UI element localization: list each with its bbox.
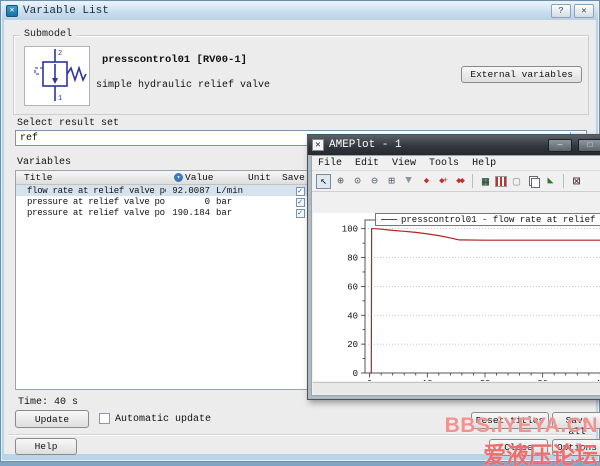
column-header-unit[interactable]: Unit [224, 172, 274, 183]
toolbar-separator [563, 174, 564, 188]
close-button[interactable]: Close [489, 439, 548, 456]
variable-title: pressure at relief valve port 2 [16, 208, 166, 218]
minimize-button[interactable]: — [548, 139, 572, 152]
dual-cursor-icon[interactable]: ◆◆ [452, 174, 467, 189]
column-header-title[interactable]: Title [16, 172, 166, 183]
svg-text:0: 0 [367, 379, 372, 381]
automatic-update-checkbox[interactable] [99, 413, 110, 424]
variable-value[interactable]: 190.184 [166, 208, 210, 218]
variable-unit: bar [210, 197, 266, 207]
variable-unit: L/min [210, 186, 266, 196]
bottom-separator [8, 434, 592, 436]
valve-port-1-label: 1 [58, 95, 62, 103]
options-button[interactable]: Options [552, 439, 600, 456]
maximize-button[interactable]: □ [578, 139, 600, 152]
reset-titles-button[interactable]: Reset titles [471, 412, 549, 429]
ameplot-window: ✕ AMEPlot - 1 — □ File Edit View Tools Help … [307, 134, 600, 400]
variable-value[interactable]: 92.0087 [166, 186, 210, 196]
window-title: Variable List [23, 5, 109, 17]
variable-list-titlebar[interactable]: ✕ Variable List ? ✕ [2, 2, 598, 20]
variable-title: pressure at relief valve port 1 [16, 197, 166, 207]
sort-icon[interactable]: ▾ [174, 173, 183, 182]
submodel-groupbox: Submodel 2 1 [13, 35, 589, 115]
zoom-out-icon[interactable]: ⊖ [367, 174, 382, 189]
relief-valve-icon: 2 1 [24, 46, 90, 106]
svg-text:30: 30 [537, 379, 548, 381]
svg-text:20: 20 [347, 340, 358, 350]
ameplot-toolbar: ↖⊕⊙⊖⊞▼◆◆+◆◆ ▦ ▢ ◣ ⊠ [312, 171, 600, 192]
help-titlebar-button[interactable]: ? [551, 4, 571, 18]
ameplot-client-area: File Edit View Tools Help ↖⊕⊙⊖⊞▼◆◆+◆◆ ▦ ▢ ◣ ⊠ pr… [311, 155, 600, 396]
toolbar-separator [472, 174, 473, 188]
ameplot-statusbar [313, 382, 600, 394]
zoom-window-icon[interactable]: ⊞ [384, 174, 399, 189]
submodel-description: simple hydraulic relief valve [96, 80, 270, 91]
menu-tools[interactable]: Tools [429, 158, 459, 169]
legend-line-sample [381, 219, 397, 220]
move-down-icon[interactable]: ▼ [401, 174, 416, 189]
variable-unit: bar [210, 208, 266, 218]
ameplot-app-icon: ✕ [312, 139, 324, 151]
external-variables-button[interactable]: External variables [461, 66, 582, 83]
save-next-checkbox[interactable]: ✓ [296, 198, 305, 207]
variable-title: flow rate at relief valve port 1 [16, 186, 166, 196]
close-box-icon[interactable]: ⊠ [569, 174, 584, 189]
ameplot-titlebar[interactable]: ✕ AMEPlot - 1 — □ [308, 135, 600, 155]
svg-text:80: 80 [347, 254, 358, 264]
help-button[interactable]: Help [15, 438, 77, 455]
cursor-diamond-icon[interactable]: ◆ [418, 174, 433, 189]
submodel-group-label: Submodel [20, 29, 76, 40]
ameplot-title: AMEPlot - 1 [329, 139, 402, 151]
submodel-name: presscontrol01 [RV00-1] [102, 54, 247, 66]
svg-text:10: 10 [422, 379, 433, 381]
legend-label: presscontrol01 - flow rate at relief val… [401, 215, 600, 225]
svg-text:0: 0 [353, 369, 358, 379]
automatic-update-label: Automatic update [115, 414, 211, 425]
plot-area[interactable]: presscontrol01 - flow rate at relief val… [313, 213, 600, 381]
svg-text:40: 40 [347, 311, 358, 321]
screen: ✕ Variable List ? ✕ Submodel [0, 0, 600, 466]
plot-canvas: 020406080100010203040X: Time [s] [313, 213, 600, 381]
svg-text:40: 40 [595, 379, 600, 381]
variable-value[interactable]: 0 [166, 197, 210, 207]
copy-icon[interactable] [526, 174, 541, 189]
menu-help[interactable]: Help [472, 158, 496, 169]
zoom-in-icon[interactable]: ⊕ [333, 174, 348, 189]
select-result-set-label: Select result set [17, 118, 119, 129]
menu-file[interactable]: File [318, 158, 342, 169]
column-header-value[interactable]: ▾ Value [166, 172, 224, 183]
update-button[interactable]: Update [15, 410, 89, 428]
ameplot-menubar: File Edit View Tools Help [312, 156, 600, 171]
svg-text:60: 60 [347, 282, 358, 292]
result-set-value: ref [20, 133, 38, 144]
save-next-checkbox[interactable]: ✓ [296, 187, 305, 196]
histogram-icon[interactable] [495, 176, 507, 187]
save-all-button[interactable]: Save all [552, 412, 600, 429]
close-titlebar-button[interactable]: ✕ [574, 4, 594, 18]
time-label: Time: 40 s [18, 397, 78, 408]
empty-plot-icon[interactable]: ▢ [509, 174, 524, 189]
variables-group-label: Variables [17, 157, 71, 168]
edit-curve-icon[interactable]: ◣ [543, 174, 558, 189]
svg-text:20: 20 [480, 379, 491, 381]
menu-view[interactable]: View [392, 158, 416, 169]
menu-edit[interactable]: Edit [355, 158, 379, 169]
save-next-checkbox[interactable]: ✓ [296, 209, 305, 218]
valve-port-2-label: 2 [58, 50, 62, 58]
app-icon: ✕ [6, 5, 18, 17]
zoom-icon[interactable]: ⊙ [350, 174, 365, 189]
plot-layout-icon[interactable]: ▦ [478, 174, 493, 189]
svg-text:100: 100 [342, 225, 358, 235]
plot-legend: presscontrol01 - flow rate at relief val… [375, 213, 600, 226]
select-cursor-icon[interactable]: ↖ [316, 174, 331, 189]
add-cursor-icon[interactable]: ◆+ [435, 174, 450, 189]
